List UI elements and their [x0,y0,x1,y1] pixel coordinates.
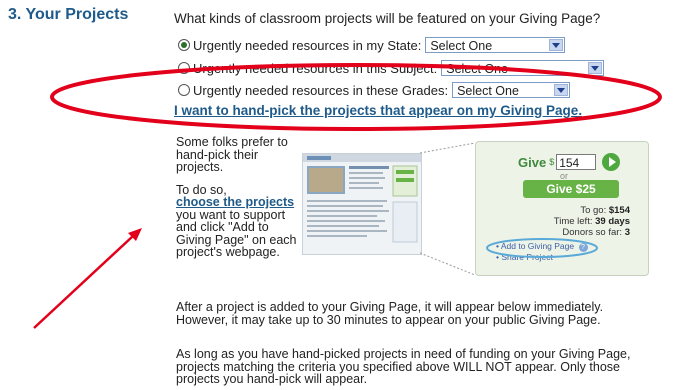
added-project-info: After a project is added to your Giving … [176,300,604,327]
give-amount-input[interactable]: 154 [556,154,597,170]
donors-value: 3 [624,227,630,238]
go-arrow-button[interactable] [602,153,621,171]
time-left-value: 39 days [595,216,630,227]
project-page-thumbnail [302,153,422,255]
give-label: Give [518,154,547,170]
dotted-connector [420,143,476,276]
time-left-label: Time left: [553,216,593,227]
handpick-precedence-info: As long as you have hand-picked projects… [176,347,631,386]
to-go-label: To go: [580,205,607,216]
to-go-stat: To go: $154 [490,205,630,216]
to-go-value: $154 [608,205,630,216]
give-25-button[interactable]: Give $25 [523,180,619,198]
webpage-illustration-icon [303,154,421,243]
give-amount-row: Give $ 154 [518,153,621,171]
time-left-stat: Time left: 39 days [490,216,630,227]
currency-symbol: $ [549,157,555,167]
blue-highlight-oval [486,238,598,258]
